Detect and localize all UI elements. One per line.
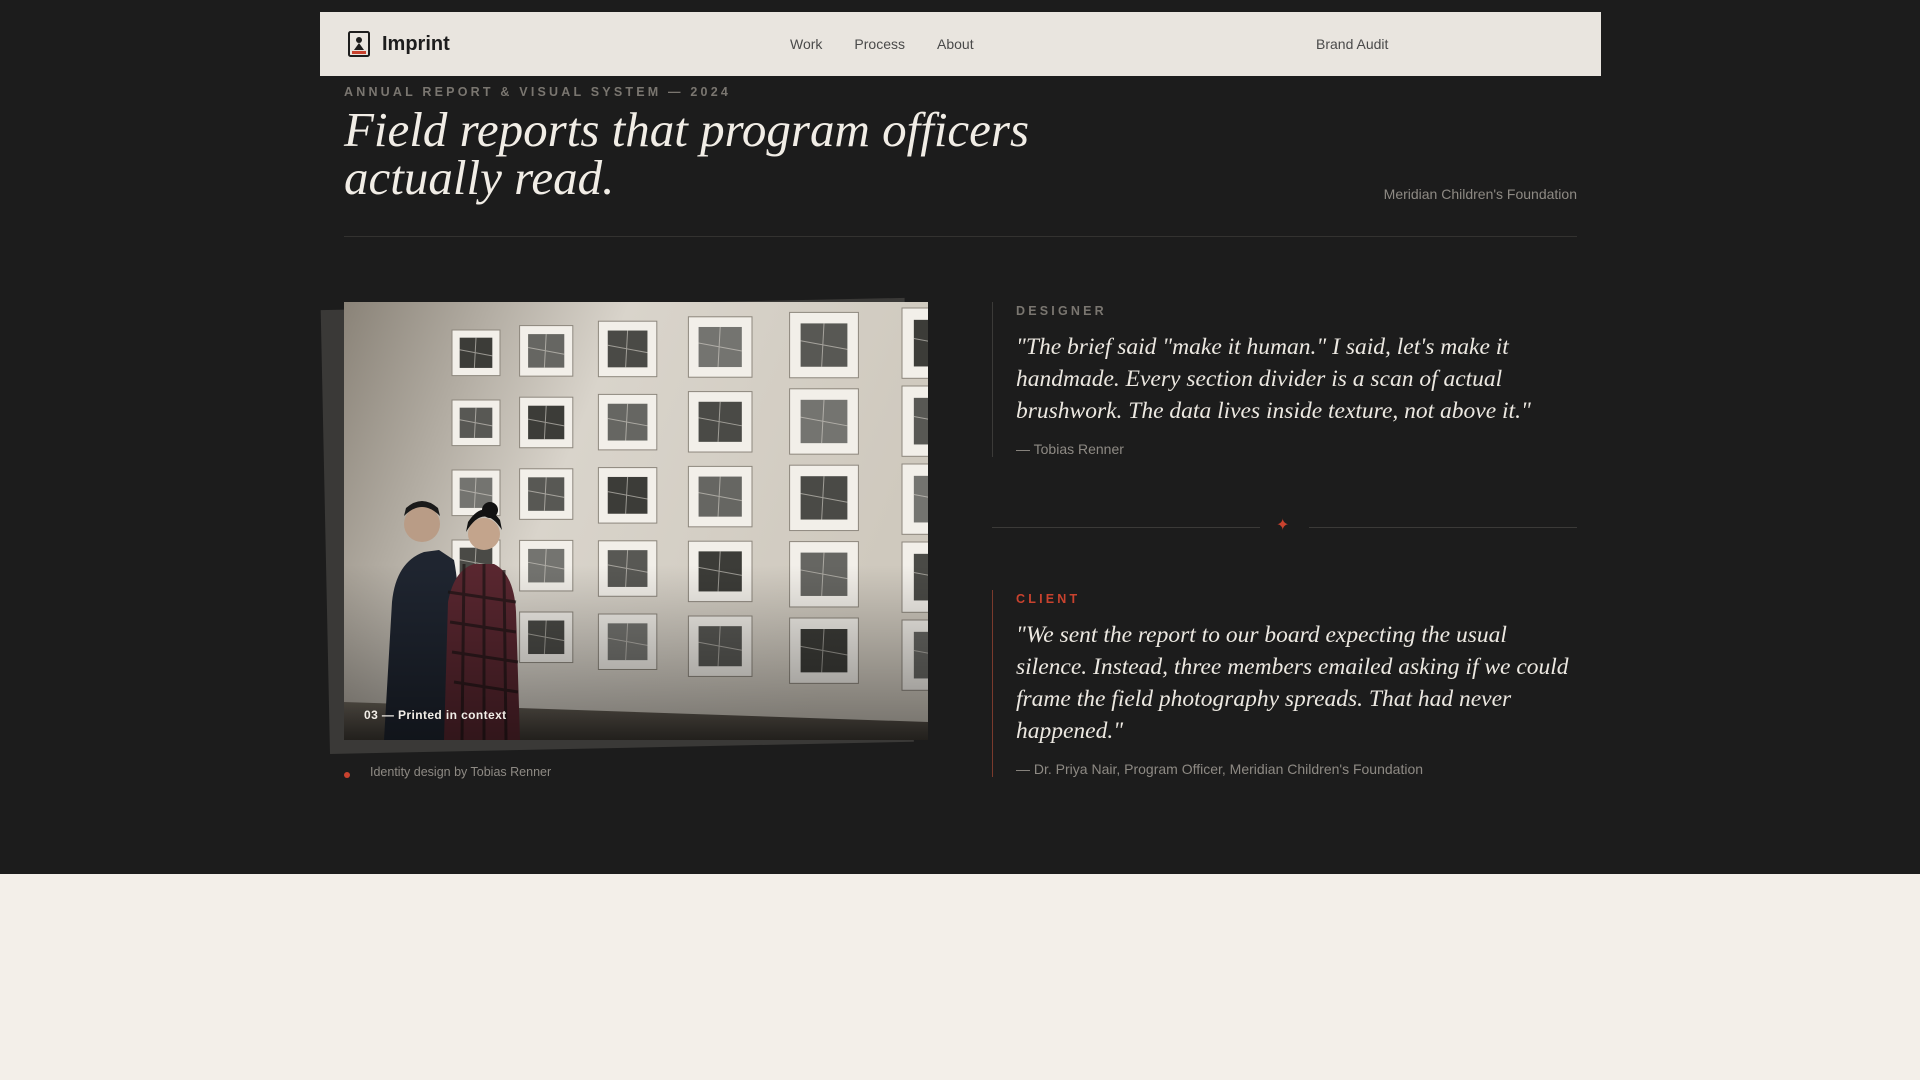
brand-name: Imprint: [382, 32, 450, 55]
client-label: CLIENT: [1016, 592, 1081, 606]
page-container: Imprint Work Process About Brand Audit A…: [320, 0, 1601, 874]
client-name: Meridian Children's Foundation: [1383, 186, 1577, 202]
brand-audit-link[interactable]: Brand Audit: [1316, 12, 1388, 76]
client-quote-block: CLIENT "We sent the report to our board …: [992, 590, 1577, 777]
page-title: Field reports that program officers actu…: [344, 105, 1104, 205]
divider-line-left: [992, 527, 1260, 528]
nav-link-work[interactable]: Work: [790, 36, 822, 52]
photo-caption: 03 — Printed in context: [364, 708, 507, 722]
designer-quote: "The brief said "make it human." I said,…: [1016, 334, 1531, 424]
title-line-1: Field reports that program officers: [344, 102, 1030, 157]
credit-text: Identity design by Tobias Renner: [370, 765, 552, 779]
accent-dot-icon: [344, 772, 350, 778]
title-line-2: actually read.: [344, 150, 615, 205]
nav-links: Work Process About: [790, 12, 974, 76]
designer-label: DESIGNER: [1016, 304, 1107, 318]
eyebrow-label: ANNUAL REPORT & VISUAL SYSTEM — 2024: [344, 85, 732, 99]
star-icon: ✦: [1276, 517, 1290, 534]
header-divider: [344, 236, 1577, 237]
gallery-photo: [344, 302, 928, 740]
client-quote: "We sent the report to our board expecti…: [1016, 622, 1569, 744]
designer-attribution: — Tobias Renner: [1016, 441, 1124, 457]
top-navigation: Imprint Work Process About Brand Audit: [320, 12, 1601, 76]
designer-quote-block: DESIGNER "The brief said "make it human.…: [992, 302, 1577, 457]
photo-credit: Identity design by Tobias Renner: [344, 765, 551, 779]
client-attribution: — Dr. Priya Nair, Program Officer, Merid…: [1016, 761, 1424, 777]
section-divider: ✦: [992, 517, 1577, 534]
stamp-logo-icon: [348, 31, 370, 57]
nav-link-process[interactable]: Process: [854, 36, 905, 52]
divider-line-right: [1309, 527, 1577, 528]
gallery-photo-card: 03 — Printed in context: [344, 302, 928, 740]
brand[interactable]: Imprint: [348, 12, 450, 76]
nav-link-about[interactable]: About: [937, 36, 974, 52]
